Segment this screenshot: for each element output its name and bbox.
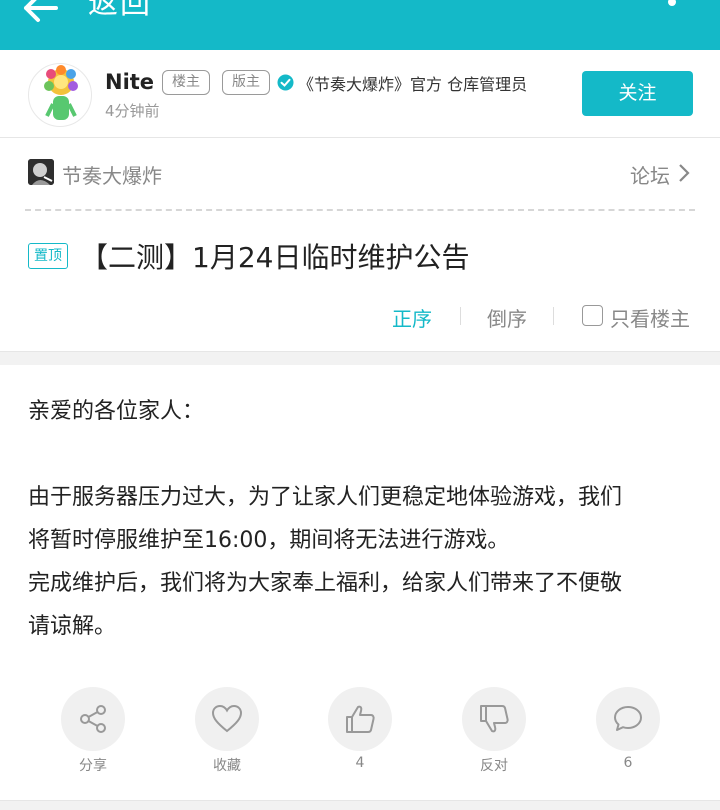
forum-row[interactable]: 节奏大爆炸 论坛: [0, 140, 720, 208]
post-paragraph-line: 由于服务器压力过大，为了让家人们更稳定地体验游戏，我们: [28, 485, 623, 510]
like-button[interactable]: [328, 687, 392, 751]
verified-title: 《节奏大爆炸》官方 仓库管理员: [298, 75, 528, 94]
divider: [25, 209, 695, 211]
comment-count: 6: [623, 755, 633, 771]
favorite-button[interactable]: [195, 687, 259, 751]
post-actions: 分享 收藏 4 反对 6: [0, 680, 720, 780]
dislike-button[interactable]: [462, 687, 526, 751]
forum-logo-icon: [28, 159, 54, 185]
thumbs-up-icon: [346, 705, 375, 733]
op-tag: 楼主: [162, 70, 210, 95]
share-button[interactable]: [61, 687, 125, 751]
only-op-checkbox[interactable]: [582, 305, 603, 326]
bottom-divider: [0, 800, 720, 810]
divider: [553, 307, 554, 325]
post-paragraph-line: 将暂时停服维护至16:00，期间将无法进行游戏。: [28, 528, 510, 553]
share-icon: [80, 705, 106, 733]
dislike-label: 反对: [480, 758, 508, 774]
back-arrow-icon[interactable]: [22, 0, 62, 24]
top-bar: 返回: [0, 0, 720, 50]
heart-icon: [211, 704, 243, 733]
author-name[interactable]: Nite: [105, 70, 154, 94]
post-greeting: 亲爱的各位家人：: [28, 399, 205, 424]
like-count: 4: [355, 755, 365, 771]
favorite-label: 收藏: [213, 758, 241, 774]
post-time: 4分钟前: [105, 102, 160, 120]
sort-descending-tab[interactable]: 倒序: [487, 303, 527, 332]
only-op-label[interactable]: 只看楼主: [610, 303, 690, 332]
chevron-right-icon[interactable]: [677, 162, 691, 184]
post-title: 【二测】1月24日临时维护公告: [80, 241, 470, 274]
pinned-badge: 置顶: [28, 243, 68, 269]
sort-ascending-tab[interactable]: 正序: [392, 303, 432, 332]
follow-button[interactable]: 关注: [582, 71, 693, 116]
comment-button[interactable]: [596, 687, 660, 751]
post-paragraph-line: 完成维护后，我们将为大家奉上福利，给家人们带来了不便敬: [28, 571, 623, 596]
avatar[interactable]: [28, 63, 92, 127]
thumbs-down-icon: [480, 705, 509, 733]
moderator-tag: 版主: [222, 70, 270, 95]
post-paragraph-line: 请谅解。: [28, 614, 117, 639]
comment-icon: [614, 706, 642, 731]
share-label: 分享: [79, 758, 107, 774]
forum-name[interactable]: 节奏大爆炸: [62, 160, 162, 189]
author-header: Nite 楼主 版主 《节奏大爆炸》官方 仓库管理员 4分钟前 关注: [0, 50, 720, 138]
verified-icon: [277, 74, 294, 91]
section-gap: [0, 351, 720, 365]
more-vertical-icon[interactable]: [664, 0, 680, 20]
divider: [460, 307, 461, 325]
back-button[interactable]: 返回: [88, 0, 152, 22]
forum-link[interactable]: 论坛: [630, 160, 670, 189]
